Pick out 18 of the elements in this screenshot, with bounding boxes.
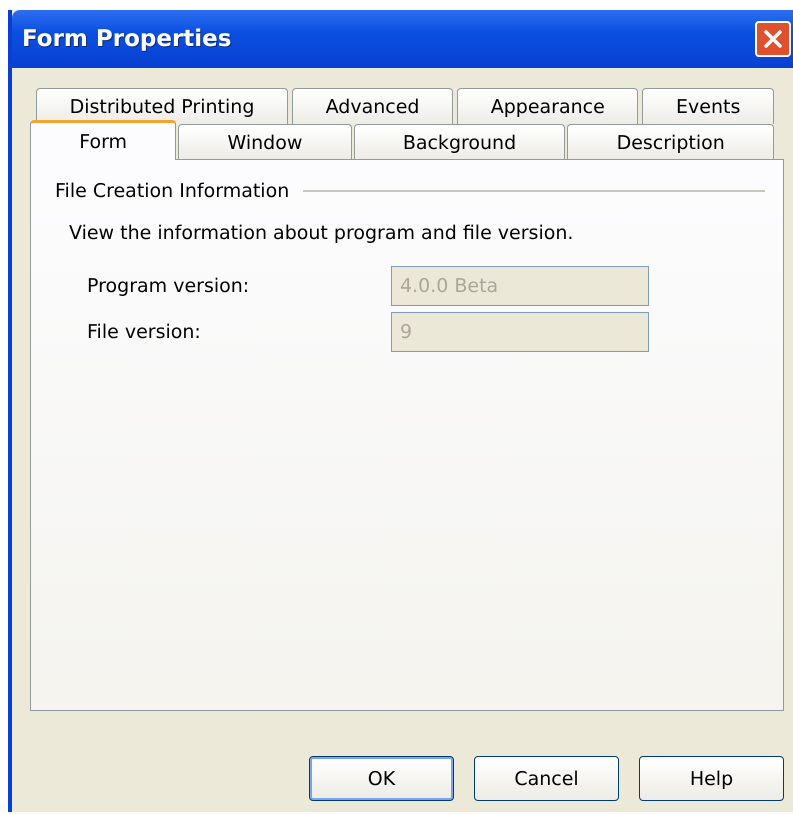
tab[interactable]: Appearance — [457, 88, 638, 124]
dialog-button[interactable]: Help — [639, 756, 784, 801]
dialog-button[interactable]: Cancel — [474, 756, 619, 801]
close-button[interactable] — [755, 21, 791, 57]
tab[interactable]: Advanced — [292, 88, 454, 124]
tab[interactable]: Window — [178, 124, 352, 160]
dialog-button[interactable]: OK — [309, 756, 454, 801]
description-text: View the information about program and file version. — [69, 222, 574, 244]
tab[interactable]: Form — [30, 120, 176, 160]
group-title: File Creation Information — [55, 180, 290, 202]
tab[interactable]: Events — [642, 88, 774, 124]
field-label: File version: — [87, 321, 202, 343]
tab[interactable]: Distributed Printing — [36, 88, 288, 124]
tab[interactable]: Background — [354, 124, 566, 160]
window-title: Form Properties — [22, 26, 232, 52]
tab[interactable]: Description — [567, 124, 774, 160]
field-label: Program version: — [87, 275, 250, 297]
close-icon — [762, 28, 784, 50]
